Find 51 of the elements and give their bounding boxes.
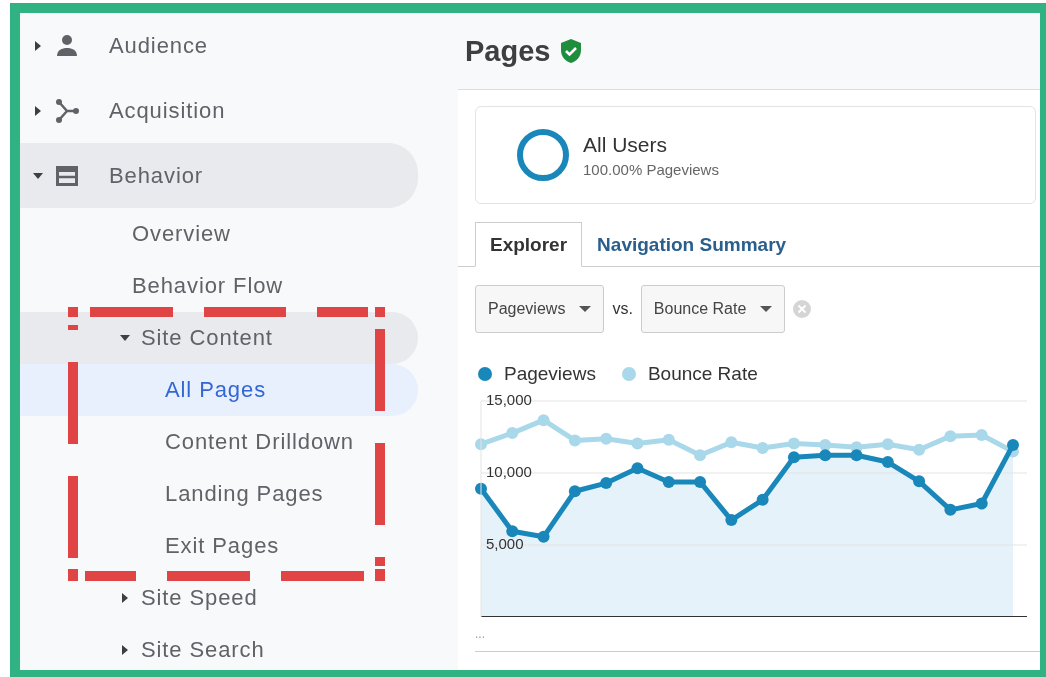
- sidebar-item[interactable]: Behavior: [20, 143, 418, 208]
- sidebar-item[interactable]: Content Drilldown: [20, 416, 418, 468]
- data-point[interactable]: [568, 485, 581, 498]
- segment-detail: 100.00% Pageviews: [583, 160, 719, 178]
- person-icon: [54, 32, 80, 59]
- legend-label: Pageviews: [504, 363, 596, 385]
- metric-dropdown[interactable]: Pageviews: [475, 285, 605, 333]
- data-point[interactable]: [662, 475, 675, 488]
- metric-dropdown[interactable]: Bounce Rate: [640, 285, 786, 333]
- dropdown-arrow-icon: [760, 305, 773, 313]
- data-point[interactable]: [944, 503, 957, 516]
- sidebar-item[interactable]: Exit Pages: [20, 520, 418, 572]
- sidebar-item[interactable]: Site Speed: [20, 572, 418, 624]
- data-point[interactable]: [850, 449, 863, 462]
- data-point[interactable]: [631, 462, 644, 475]
- data-point[interactable]: [1007, 438, 1019, 451]
- segment-ring-icon: [515, 127, 571, 183]
- data-point[interactable]: [600, 477, 613, 490]
- sidebar-item[interactable]: Site Content: [20, 312, 418, 364]
- dropdown-arrow-icon: [579, 305, 592, 313]
- sidebar-item[interactable]: Overview: [20, 208, 418, 260]
- sidebar-item[interactable]: Audience: [20, 13, 418, 78]
- data-point[interactable]: [506, 525, 519, 538]
- legend-label: Bounce Rate: [647, 363, 758, 385]
- data-point[interactable]: [694, 475, 707, 488]
- sidebar-item[interactable]: Acquisition: [20, 78, 418, 143]
- data-point[interactable]: [913, 475, 926, 488]
- data-point[interactable]: [537, 530, 550, 543]
- more-label[interactable]: ...: [475, 627, 485, 641]
- y-tick-label: 10,000: [486, 462, 532, 480]
- sidebar-item[interactable]: Behavior Flow: [20, 260, 418, 312]
- branch-icon: [54, 97, 80, 124]
- page-title: Pages: [465, 34, 551, 68]
- vs-label: vs.: [612, 300, 633, 318]
- y-tick-label: 15,000: [486, 390, 532, 408]
- data-point[interactable]: [475, 482, 487, 495]
- data-point[interactable]: [819, 439, 832, 452]
- segment-name: All Users: [583, 132, 668, 157]
- data-point[interactable]: [725, 514, 738, 527]
- tab[interactable]: Explorer: [475, 222, 583, 267]
- data-point[interactable]: [975, 497, 988, 510]
- sidebar-item[interactable]: All Pages: [20, 364, 418, 416]
- data-point[interactable]: [787, 451, 800, 464]
- y-tick-label: 5,000: [486, 534, 524, 552]
- data-point[interactable]: [819, 449, 832, 462]
- data-point[interactable]: [756, 493, 769, 506]
- sidebar-item[interactable]: Site Search: [20, 624, 418, 670]
- data-point[interactable]: [881, 456, 894, 469]
- sidebar-item[interactable]: Landing Pages: [20, 468, 418, 520]
- tab[interactable]: Navigation Summary: [582, 222, 802, 267]
- segment-card[interactable]: All Users 100.00% Pageviews: [475, 106, 1036, 204]
